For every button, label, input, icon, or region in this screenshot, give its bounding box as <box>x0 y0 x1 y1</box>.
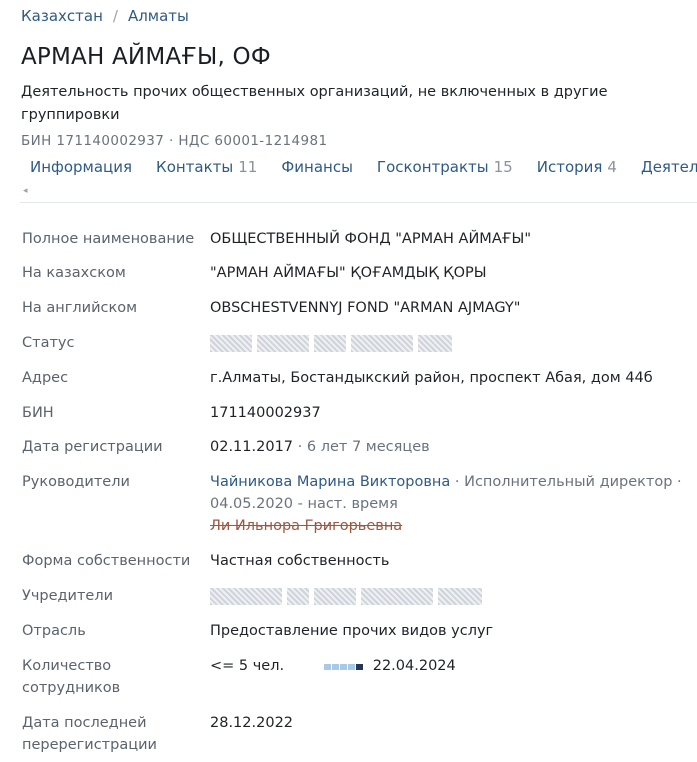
field-label: Форма собственности <box>22 553 191 569</box>
blurred-text <box>210 334 252 352</box>
divider <box>20 202 697 203</box>
employees-count: <= 5 чел. <box>210 658 285 674</box>
field-label: На казахском <box>22 265 126 281</box>
trend-bar <box>340 664 348 670</box>
tab-label: Финансы <box>281 158 353 176</box>
blurred-text <box>438 587 482 605</box>
head-former-link[interactable]: Ли Ильнора Григорьевна <box>210 518 402 534</box>
field-label: Учредители <box>22 588 114 604</box>
field-label: Руководители <box>22 474 130 490</box>
founders-value-hidden[interactable] <box>210 585 690 607</box>
tab-label: История <box>536 158 603 176</box>
field-value: Чайникова Марина Викторовна · Исполнител… <box>210 471 690 537</box>
tab-bar: Информация Контакты 11 Финансы Госконтракты 1… <box>21 158 697 182</box>
field-label: Полное наименование <box>22 231 195 247</box>
blurred-text <box>210 587 282 605</box>
field-value: 02.11.2017 · 6 лет 7 месяцев <box>210 436 690 458</box>
tab-count: 11 <box>238 158 258 176</box>
field-value: 171140002937 <box>210 405 321 421</box>
tab-label: Контакты <box>156 158 234 176</box>
field-label: Статус <box>22 335 75 351</box>
tab-label: Информация <box>30 158 133 176</box>
blurred-text <box>361 587 433 605</box>
company-ids: БИН 171140002937 · НДС 60001-1214981 <box>21 133 328 149</box>
field-value: Предоставление прочих видов услуг <box>210 623 494 639</box>
trend-bar <box>348 664 356 670</box>
field-value: <= 5 чел. 22.04.2024 <box>210 655 690 677</box>
field-label: Дата регистрации <box>22 439 163 455</box>
status-value-hidden[interactable] <box>210 332 690 354</box>
blurred-text <box>287 587 309 605</box>
tab-label: Деятельность <box>640 158 697 176</box>
field-label: БИН <box>22 405 54 421</box>
tab-contacts[interactable]: Контакты 11 <box>147 158 266 176</box>
tab-finance[interactable]: Финансы <box>272 158 362 176</box>
field-value: Частная собственность <box>210 553 390 569</box>
tab-contracts[interactable]: Госконтракты 15 <box>368 158 522 176</box>
page-title: АРМАН АЙМАҒЫ, ОФ <box>21 44 271 70</box>
tab-activity[interactable]: Деятельность <box>632 158 697 176</box>
blurred-text <box>351 334 413 352</box>
registration-date: 02.11.2017 <box>210 439 294 455</box>
blurred-text <box>314 587 356 605</box>
tab-count: 4 <box>607 158 617 176</box>
blurred-text <box>257 334 309 352</box>
company-age: · 6 лет 7 месяцев <box>297 439 430 455</box>
blurred-text <box>418 334 452 352</box>
trend-bar <box>332 664 340 670</box>
field-value: г.Алматы, Бостандыкский район, проспект … <box>210 370 653 386</box>
employees-trend-icon[interactable] <box>324 655 364 677</box>
tab-count: 15 <box>493 158 513 176</box>
breadcrumb-city-link[interactable]: Алматы <box>128 7 189 25</box>
head-current-link[interactable]: Чайникова Марина Викторовна <box>210 474 450 490</box>
employees-date: 22.04.2024 <box>372 658 456 674</box>
field-label: Отрасль <box>22 623 86 639</box>
tab-history[interactable]: История 4 <box>528 158 626 176</box>
field-label: Количество сотрудников <box>22 658 121 696</box>
field-label: Адрес <box>22 370 69 386</box>
company-activity: Деятельность прочих общественных организ… <box>21 84 608 123</box>
blurred-text <box>314 334 346 352</box>
breadcrumb: Казахстан / Алматы <box>21 7 189 25</box>
field-label: На английском <box>22 300 138 316</box>
breadcrumb-country-link[interactable]: Казахстан <box>21 7 103 25</box>
field-value: ОБЩЕСТВЕННЫЙ ФОНД "АРМАН АЙМАҒЫ" <box>210 231 531 247</box>
field-value: 28.12.2022 <box>210 715 294 731</box>
field-value: "АРМАН АЙМАҒЫ" ҚОҒАМДЫҚ ҚОРЫ <box>210 265 487 281</box>
trend-bar <box>356 664 364 670</box>
field-value: OBSCHESTVENNYJ FOND "ARMAN AJMAGY" <box>210 300 521 316</box>
tab-info[interactable]: Информация <box>21 158 141 176</box>
tab-label: Госконтракты <box>376 158 489 176</box>
field-label: Дата последней перерегистрации <box>22 715 157 753</box>
trend-bar <box>324 664 332 670</box>
breadcrumb-separator: / <box>112 7 118 25</box>
tabs-scroll-left-icon[interactable]: ◂ <box>23 186 28 196</box>
